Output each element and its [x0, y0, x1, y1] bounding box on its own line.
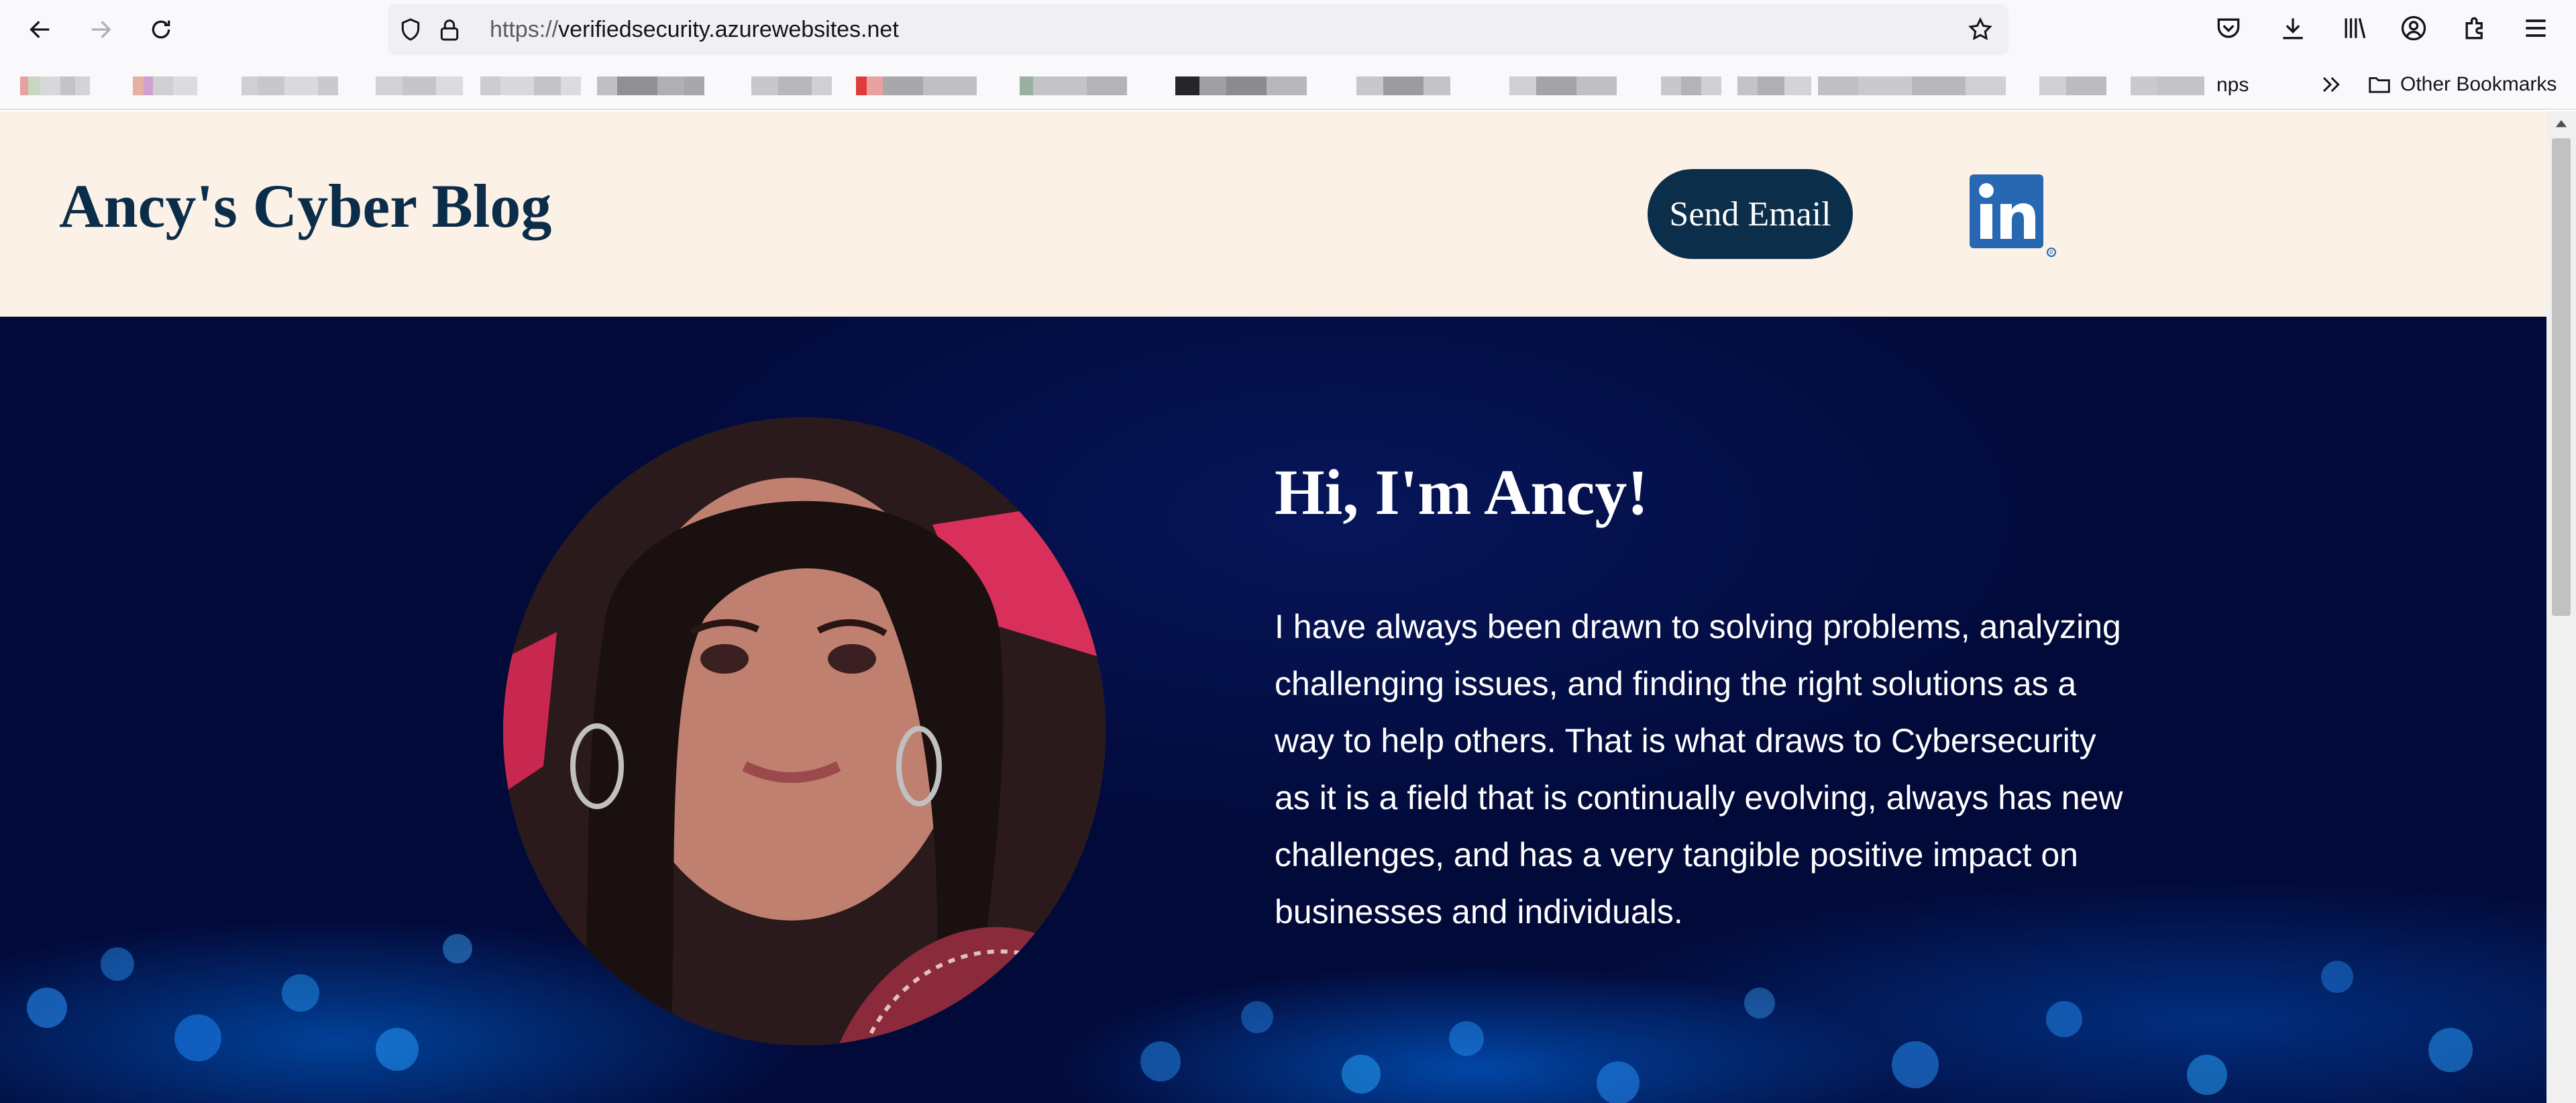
bokeh-light	[174, 1014, 221, 1061]
bokeh-light	[1449, 1021, 1484, 1056]
other-bookmarks-label: Other Bookmarks	[2400, 73, 2557, 95]
hero-section: Hi, I'm Ancy! I have always been drawn t…	[0, 317, 2546, 1103]
bokeh-light	[1744, 988, 1775, 1018]
profile-photo	[503, 417, 1106, 1045]
scrollbar-thumb[interactable]	[2552, 138, 2571, 616]
page-viewport: Ancy's Cyber Blog Send Email R Hi, I'm A…	[0, 111, 2546, 1103]
account-icon[interactable]	[2399, 13, 2428, 43]
bookmark-item[interactable]	[751, 75, 832, 97]
bokeh-light	[2046, 1001, 2082, 1037]
bookmark-item[interactable]	[480, 75, 581, 97]
bokeh-light	[1892, 1041, 1939, 1088]
hamburger-menu-icon[interactable]	[2521, 13, 2551, 43]
bookmark-item[interactable]	[1020, 75, 1127, 97]
bookmark-item[interactable]	[1737, 75, 1811, 97]
bookmark-item[interactable]	[1356, 75, 1450, 97]
linkedin-icon[interactable]: R	[1970, 174, 2058, 258]
page-scrollbar[interactable]	[2546, 111, 2576, 1103]
bokeh-light	[443, 934, 472, 963]
url-host: verifiedsecurity.azurewebsites.net	[558, 17, 899, 42]
site-title[interactable]: Ancy's Cyber Blog	[59, 170, 551, 242]
bookmark-item[interactable]	[856, 75, 977, 97]
folder-icon	[2369, 77, 2390, 93]
bokeh-light	[2428, 1028, 2473, 1072]
bookmark-item[interactable]	[1818, 75, 2006, 97]
pocket-icon[interactable]	[2214, 13, 2243, 43]
bokeh-light	[27, 988, 67, 1028]
svg-text:R: R	[2049, 250, 2053, 256]
url-scheme: https://	[490, 17, 559, 42]
back-arrow-icon[interactable]	[20, 9, 60, 50]
chevron-double-right-icon[interactable]	[2317, 71, 2344, 98]
star-icon[interactable]	[1967, 16, 1994, 43]
hero-heading: Hi, I'm Ancy!	[1275, 456, 1649, 528]
forward-arrow-icon[interactable]	[80, 9, 121, 50]
browser-toolbar: https://verifiedsecurity.azurewebsites.n…	[0, 0, 2576, 59]
library-icon[interactable]	[2340, 13, 2369, 43]
bookmark-item[interactable]	[1661, 75, 1721, 97]
bokeh-light	[2187, 1055, 2227, 1095]
reload-icon[interactable]	[141, 9, 181, 50]
bookmark-item[interactable]	[597, 75, 704, 97]
bokeh-light	[376, 1028, 419, 1071]
send-email-button[interactable]: Send Email	[1648, 169, 1853, 259]
bokeh-light	[1342, 1055, 1381, 1094]
shield-icon[interactable]	[397, 16, 424, 43]
scroll-up-arrow-icon[interactable]	[2552, 115, 2571, 134]
hero-intro-text: I have always been drawn to solving prob…	[1275, 608, 2123, 931]
bookmark-item[interactable]	[2039, 75, 2106, 97]
bookmark-item[interactable]	[1509, 75, 1617, 97]
bookmark-item[interactable]	[20, 75, 90, 97]
lock-icon[interactable]	[436, 16, 463, 43]
bookmarks-bar	[0, 59, 2576, 110]
url-text[interactable]: https://verifiedsecurity.azurewebsites.n…	[490, 4, 899, 55]
bookmark-item[interactable]	[241, 75, 338, 97]
bokeh-light	[1241, 1001, 1273, 1033]
bokeh-light	[1140, 1041, 1181, 1082]
bookmark-item[interactable]	[133, 75, 197, 97]
bookmark-item[interactable]	[376, 75, 463, 97]
bokeh-light	[2321, 961, 2353, 993]
bokeh-light	[1597, 1061, 1640, 1103]
bokeh-light	[282, 974, 319, 1012]
extensions-icon[interactable]	[2461, 13, 2490, 43]
other-bookmarks[interactable]: Other Bookmarks	[2367, 70, 2557, 99]
bookmark-overflow-text[interactable]: nps	[2216, 74, 2249, 97]
site-header: Ancy's Cyber Blog Send Email R	[0, 111, 2546, 317]
bookmark-item[interactable]	[1175, 75, 1307, 97]
bokeh-light	[101, 947, 134, 981]
download-icon[interactable]	[2278, 13, 2308, 43]
address-bar[interactable]: https://verifiedsecurity.azurewebsites.n…	[388, 4, 2008, 55]
bookmark-item[interactable]	[2131, 75, 2204, 97]
